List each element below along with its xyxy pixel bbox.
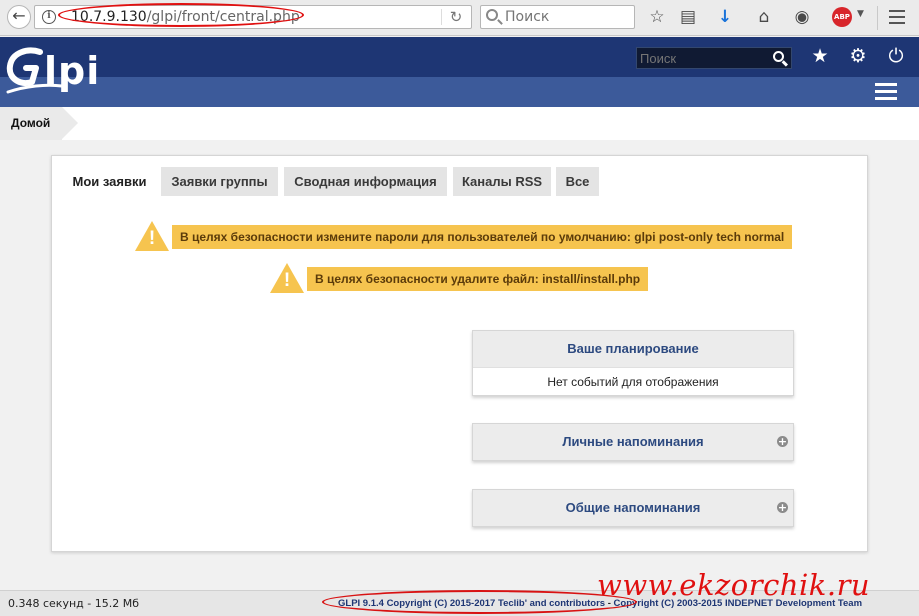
url-text[interactable]: 10.7.9.130/glpi/front/central.php xyxy=(71,9,300,25)
home-icon[interactable]: ⌂ xyxy=(753,6,775,28)
glpi-search-box[interactable] xyxy=(636,47,792,69)
power-icon[interactable]: ⏻ xyxy=(885,45,907,67)
warning-message: В целях безопасности измените пароли для… xyxy=(172,225,793,249)
public-reminders-header[interactable]: Общие напоминания + xyxy=(473,490,793,526)
tab-my-tickets[interactable]: Мои заявки xyxy=(63,167,156,196)
add-icon[interactable]: + xyxy=(777,502,788,513)
footer-annotation-ellipse xyxy=(322,590,637,614)
address-bar[interactable]: i 10.7.9.130/glpi/front/central.php ↻ xyxy=(34,5,472,29)
warning-default-passwords: ! В целях безопасности измените пароли д… xyxy=(135,221,793,251)
reading-list-icon[interactable]: ▤ xyxy=(677,6,699,28)
reload-icon[interactable]: ↻ xyxy=(445,8,467,26)
personal-reminders-box: Личные напоминания + xyxy=(472,423,794,461)
pocket-icon[interactable]: ◉ xyxy=(791,6,813,28)
public-reminders-box: Общие напоминания + xyxy=(472,489,794,527)
add-icon[interactable]: + xyxy=(777,436,788,447)
footer-timing: 0.348 секунд - 15.2 Мб xyxy=(8,597,139,610)
toolbar-separator xyxy=(877,6,878,30)
warning-install-file: ! В целях безопасности удалите файл: ins… xyxy=(270,263,650,293)
download-icon[interactable]: ↓ xyxy=(714,6,736,28)
personal-reminders-title[interactable]: Личные напоминания xyxy=(562,434,703,449)
planning-box: Ваше планирование Нет событий для отобра… xyxy=(472,330,794,396)
public-reminders-title[interactable]: Общие напоминания xyxy=(566,500,701,515)
glpi-menu-band xyxy=(0,77,919,107)
browser-search-input[interactable] xyxy=(505,8,630,26)
tab-summary[interactable]: Сводная информация xyxy=(284,167,447,196)
warning-message: В целях безопасности удалите файл: insta… xyxy=(307,267,649,291)
tab-rss[interactable]: Каналы RSS xyxy=(453,167,551,196)
url-path: /glpi/front/central.php xyxy=(146,9,300,25)
breadcrumb xyxy=(0,107,919,140)
warning-exclamation: ! xyxy=(283,270,291,291)
search-icon[interactable] xyxy=(773,51,784,62)
url-divider xyxy=(441,9,442,25)
hamburger-menu-icon[interactable] xyxy=(875,83,897,101)
tab-all[interactable]: Все xyxy=(556,167,599,196)
gear-icon[interactable]: ⚙ xyxy=(847,45,869,67)
tab-group-tickets[interactable]: Заявки группы xyxy=(161,167,278,196)
breadcrumb-home[interactable]: Домой xyxy=(0,107,78,140)
chevron-down-icon[interactable]: ▼ xyxy=(857,9,864,19)
warning-exclamation: ! xyxy=(148,228,156,249)
adblock-icon[interactable]: ABP xyxy=(832,7,852,27)
planning-title[interactable]: Ваше планирование xyxy=(473,331,793,367)
back-arrow-icon[interactable]: ← xyxy=(7,5,31,29)
browser-search-box[interactable] xyxy=(480,5,635,29)
url-host: 10.7.9.130 xyxy=(71,9,147,25)
planning-empty-text: Нет событий для отображения xyxy=(473,367,793,395)
info-icon[interactable]: i xyxy=(42,10,56,24)
personal-reminders-header[interactable]: Личные напоминания + xyxy=(473,424,793,460)
search-icon xyxy=(486,9,498,21)
logo-text[interactable]: lpi xyxy=(44,52,100,90)
watermark: www.ekzorchik.ru xyxy=(597,568,871,602)
glpi-search-input[interactable] xyxy=(640,50,768,66)
bookmark-star-icon[interactable]: ☆ xyxy=(646,6,668,28)
browser-menu-icon[interactable] xyxy=(889,10,905,24)
star-icon[interactable]: ★ xyxy=(809,45,831,67)
